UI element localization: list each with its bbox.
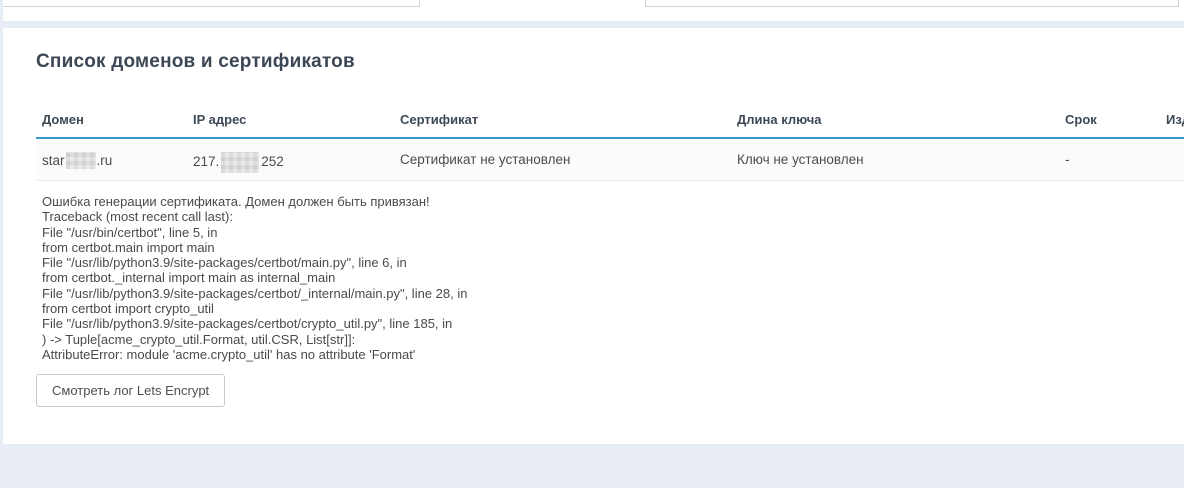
- cell-domain: star .ru: [42, 152, 112, 169]
- domain-redacted-blur: [66, 152, 96, 169]
- error-line: from certbot.main import main: [42, 240, 467, 255]
- cell-certificate: Сертификат не установлен: [400, 152, 570, 167]
- error-line: File "/usr/bin/certbot", line 5, in: [42, 225, 467, 240]
- error-line: Traceback (most recent call last):: [42, 209, 467, 224]
- domain-suffix: .ru: [97, 153, 113, 168]
- tab-right[interactable]: [645, 0, 1179, 7]
- column-header-certificate: Сертификат: [400, 112, 478, 127]
- tab-active[interactable]: [420, 0, 645, 7]
- tab-bar: [3, 0, 1184, 21]
- view-lets-encrypt-log-button[interactable]: Смотреть лог Lets Encrypt: [36, 374, 225, 407]
- cell-key-length: Ключ не установлен: [737, 152, 864, 167]
- error-traceback: Ошибка генерации сертификата. Домен долж…: [42, 194, 467, 362]
- error-line: File "/usr/lib/python3.9/site-packages/c…: [42, 316, 467, 331]
- column-header-key-length: Длина ключа: [737, 112, 822, 127]
- error-line: File "/usr/lib/python3.9/site-packages/c…: [42, 286, 467, 301]
- error-line: File "/usr/lib/python3.9/site-packages/c…: [42, 255, 467, 270]
- error-line: Ошибка генерации сертификата. Домен долж…: [42, 194, 467, 209]
- error-line: AttributeError: module 'acme.crypto_util…: [42, 347, 467, 362]
- cell-term: -: [1065, 152, 1070, 167]
- content-card: Список доменов и сертификатов Домен IP а…: [3, 28, 1184, 444]
- column-header-ip: IP адрес: [193, 112, 246, 127]
- column-header-issuer: Изд: [1166, 112, 1184, 127]
- domain-prefix: star: [42, 153, 65, 168]
- ip-prefix: 217.: [193, 154, 219, 169]
- column-header-domain: Домен: [42, 112, 84, 127]
- tab-left[interactable]: [3, 0, 420, 7]
- ip-suffix: 252: [261, 154, 284, 169]
- ip-redacted-blur: [221, 152, 259, 173]
- column-header-term: Срок: [1065, 112, 1097, 127]
- page-title: Список доменов и сертификатов: [36, 51, 355, 73]
- cell-ip: 217. 252: [193, 152, 284, 173]
- error-line: ) -> Tuple[acme_crypto_util.Format, util…: [42, 332, 467, 347]
- error-line: from certbot._internal import main as in…: [42, 270, 467, 285]
- error-line: from certbot import crypto_util: [42, 301, 467, 316]
